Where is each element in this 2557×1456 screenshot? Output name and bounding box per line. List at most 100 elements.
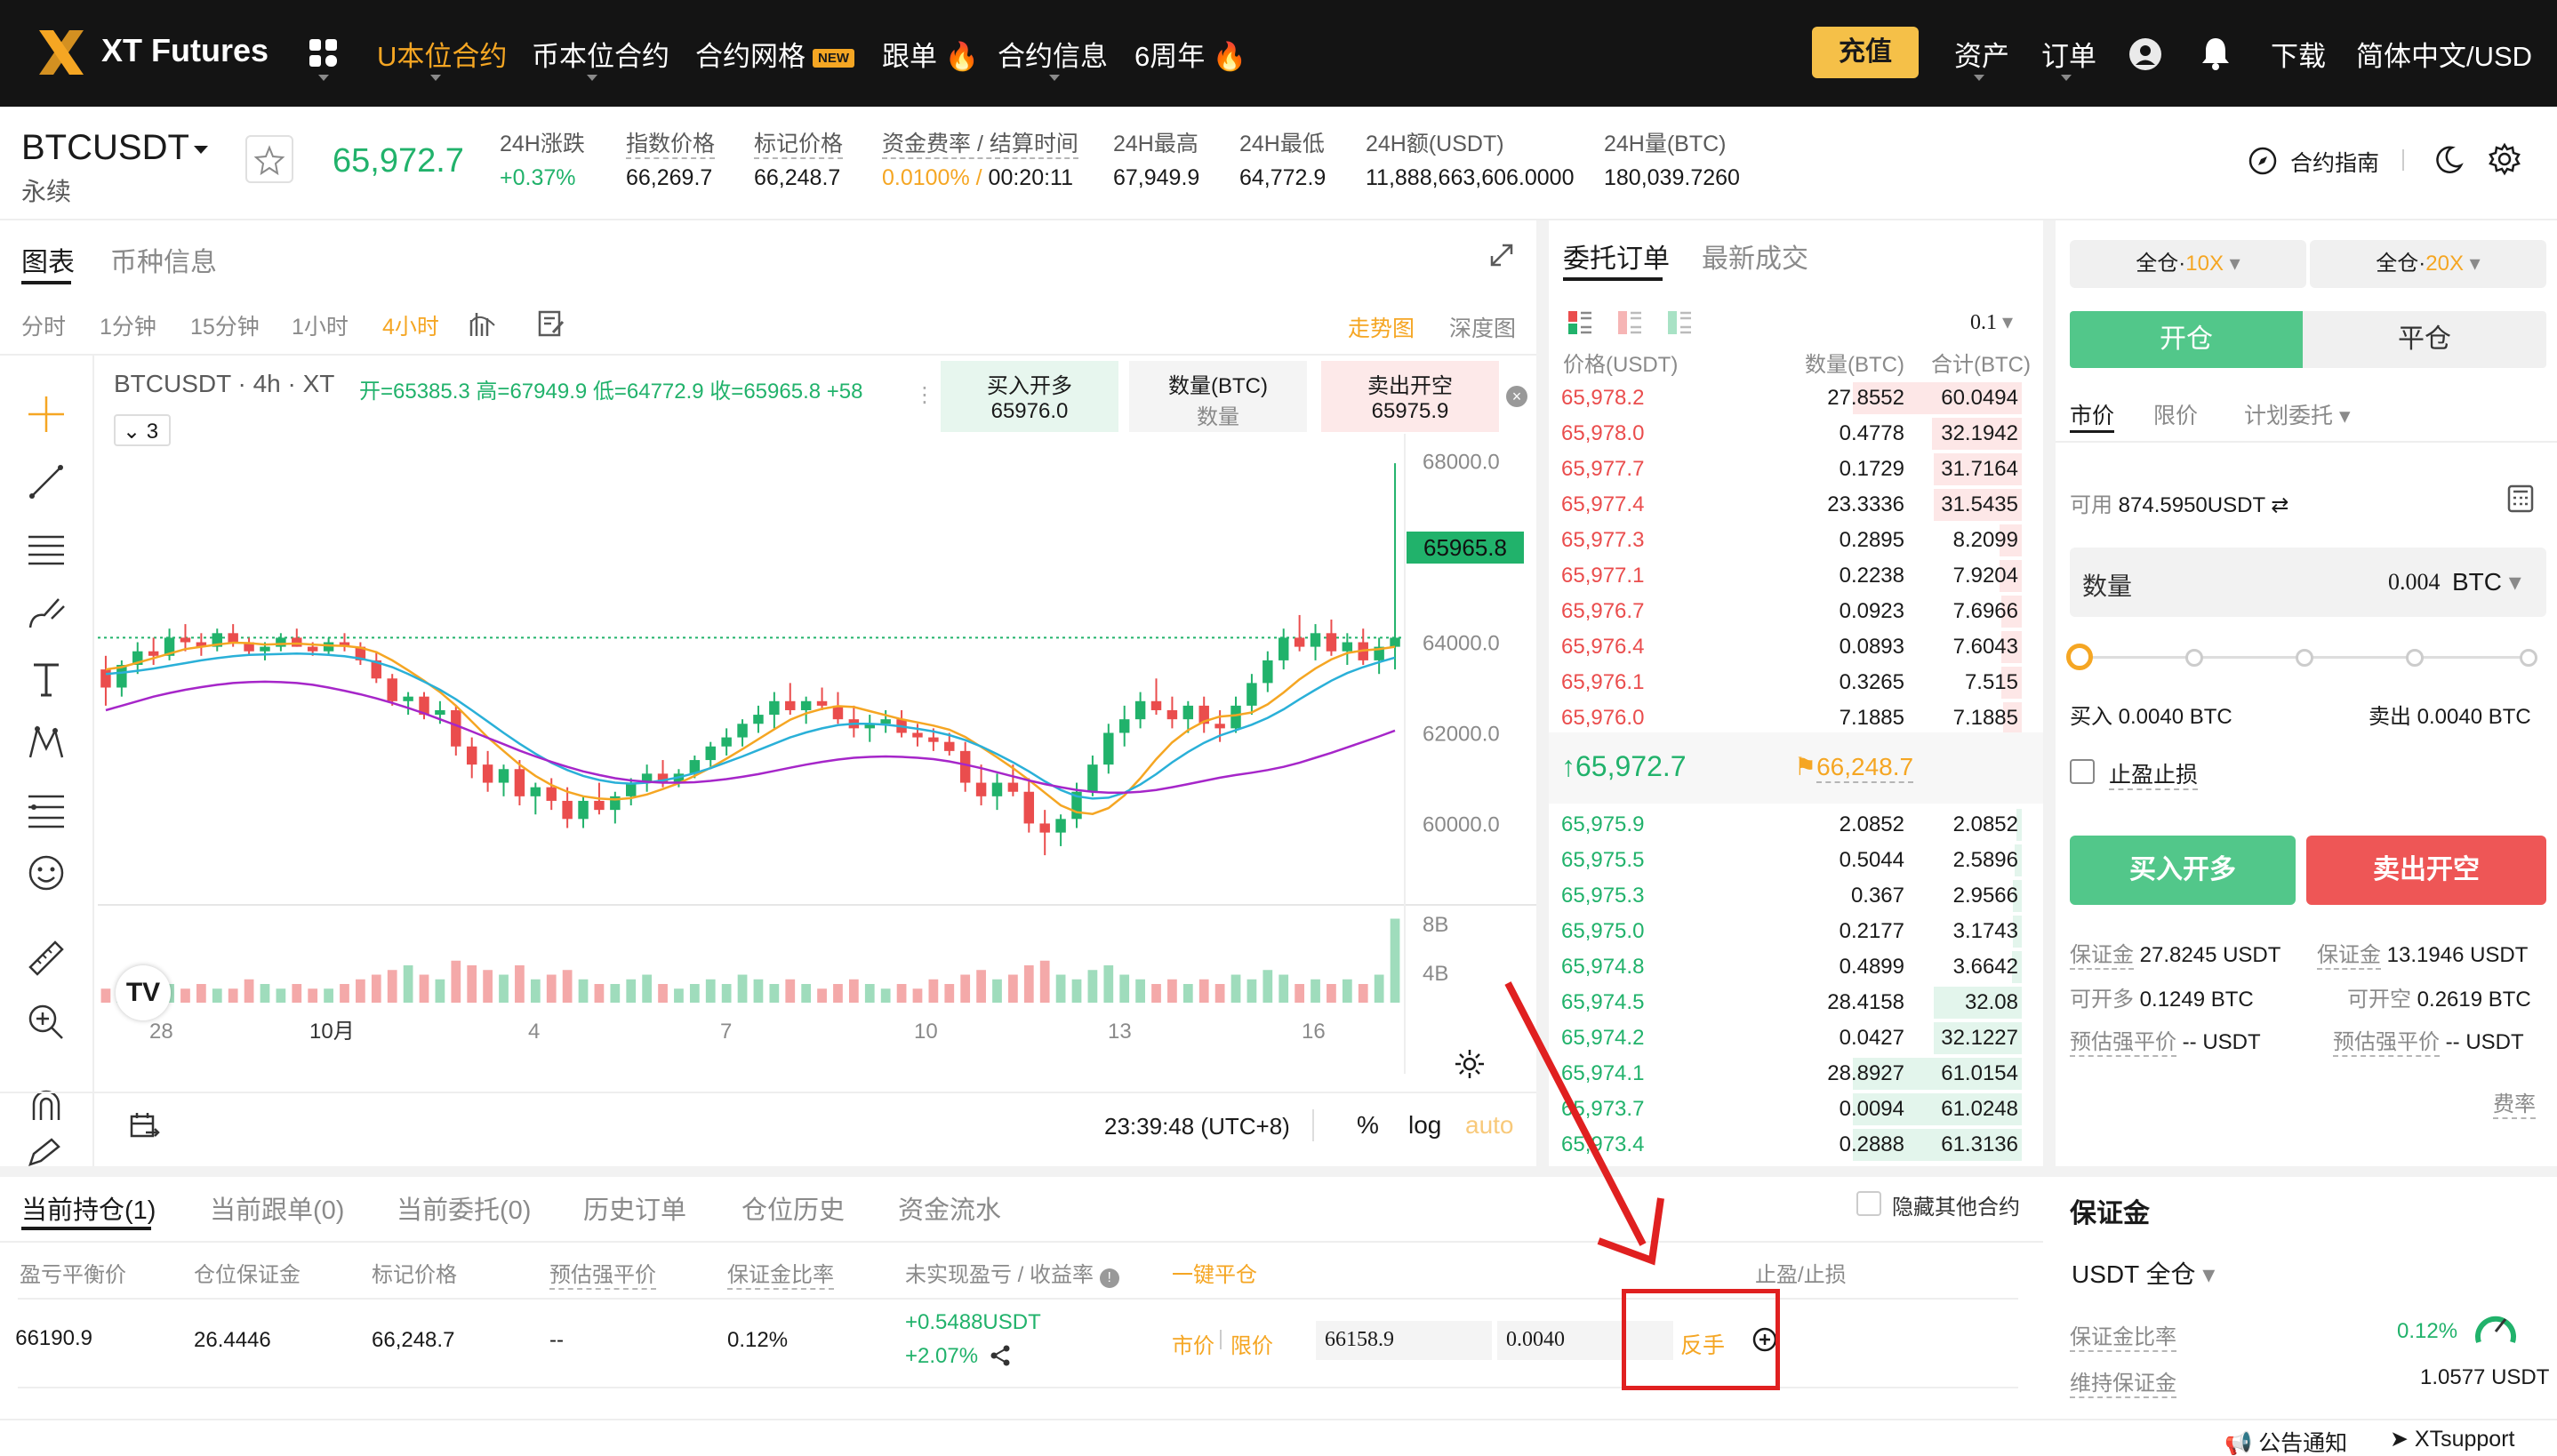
tab-recent-trades[interactable]: 最新成交 bbox=[1702, 236, 1808, 276]
sell-short-button[interactable]: 卖出开空 bbox=[2306, 836, 2546, 905]
quick-sell-button[interactable]: 卖出开空 65975.9 bbox=[1321, 361, 1499, 432]
brand-name[interactable]: XT Futures bbox=[101, 32, 269, 69]
drag-handle-icon[interactable]: ⋮⋮ bbox=[914, 364, 957, 427]
nav-futures-grid[interactable]: 合约网格 NEW bbox=[695, 34, 854, 74]
fib-icon[interactable] bbox=[25, 788, 68, 830]
tab-order-history[interactable]: 历史订单 bbox=[583, 1189, 686, 1227]
ask-row[interactable]: 65,978.2 27.8552 60.0494 bbox=[1547, 380, 2034, 416]
quantity-input[interactable]: 数量 0.004 BTC ▾ bbox=[2070, 548, 2546, 617]
xt-logo-icon[interactable] bbox=[34, 25, 89, 80]
open-position-tab[interactable]: 开仓 bbox=[2070, 311, 2303, 368]
chart-settings-icon[interactable] bbox=[1453, 1047, 1487, 1081]
leverage-button[interactable]: 全仓·20X ▾ bbox=[2310, 240, 2546, 288]
symbol-selector[interactable]: BTCUSDT bbox=[21, 128, 189, 168]
quick-qty-field[interactable]: 数量(BTC) 数量 bbox=[1129, 361, 1307, 432]
horizontal-lines-icon[interactable] bbox=[25, 526, 68, 569]
indicators-icon[interactable] bbox=[468, 309, 498, 340]
quick-buy-button[interactable]: 买入开多 65976.0 bbox=[941, 361, 1118, 432]
book-asks-icon[interactable] bbox=[1666, 309, 1693, 336]
ruler-icon[interactable] bbox=[25, 937, 68, 980]
ask-row[interactable]: 65,977.3 0.2895 8.2099 bbox=[1547, 523, 2034, 558]
hide-others-checkbox[interactable] bbox=[1856, 1191, 1881, 1216]
compass-icon[interactable] bbox=[2248, 146, 2278, 176]
ask-row[interactable]: 65,976.7 0.0923 7.6966 bbox=[1547, 594, 2034, 629]
contract-guide-link[interactable]: 合约指南 bbox=[2290, 146, 2379, 178]
nav-anniversary[interactable]: 6周年 🔥 bbox=[1134, 34, 1246, 74]
tpsl-checkbox[interactable] bbox=[2070, 759, 2095, 784]
support-link[interactable]: ➤ XTsupport bbox=[2390, 1426, 2514, 1452]
ask-row[interactable]: 65,976.4 0.0893 7.6043 bbox=[1547, 629, 2034, 665]
nav-download[interactable]: 下载 bbox=[2271, 34, 2326, 74]
slider-handle[interactable] bbox=[2066, 644, 2093, 670]
user-avatar-icon[interactable] bbox=[2128, 37, 2162, 71]
tab-copy-orders[interactable]: 当前跟单(0) bbox=[210, 1189, 344, 1227]
tab-open-orders[interactable]: 当前委托(0) bbox=[397, 1189, 531, 1227]
deposit-button[interactable]: 充值 bbox=[1812, 27, 1919, 78]
close-quick-trade-icon[interactable]: × bbox=[1506, 386, 1527, 407]
tradingview-logo-icon[interactable]: TV bbox=[116, 965, 171, 1020]
log-scale-toggle[interactable]: log bbox=[1408, 1111, 1441, 1140]
pencil-lock-icon[interactable] bbox=[25, 1138, 68, 1166]
slider-mark-50[interactable] bbox=[2296, 649, 2313, 667]
transfer-icon[interactable]: ⇄ bbox=[2271, 493, 2288, 517]
trend-line-icon[interactable] bbox=[25, 460, 68, 503]
close-limit-button[interactable]: 限价 bbox=[1230, 1328, 1273, 1359]
funding-label[interactable]: 资金费率 / 结算时间 bbox=[882, 132, 1078, 159]
order-type-plan[interactable]: 计划委托 ▾ bbox=[2244, 398, 2351, 430]
percent-scale-toggle[interactable]: % bbox=[1357, 1111, 1379, 1140]
info-icon[interactable]: ! bbox=[1099, 1268, 1119, 1288]
mark-price-flag[interactable]: ⚑66,248.7 bbox=[1794, 752, 1914, 783]
bid-row[interactable]: 65,975.0 0.2177 3.1743 bbox=[1547, 914, 2034, 949]
share-icon[interactable] bbox=[989, 1344, 1012, 1367]
interval-1m[interactable]: 1分钟 bbox=[100, 309, 156, 341]
calculator-icon[interactable] bbox=[2505, 484, 2536, 514]
tab-coin-info[interactable]: 币种信息 bbox=[110, 240, 217, 279]
slider-mark-75[interactable] bbox=[2406, 649, 2424, 667]
brush-icon[interactable] bbox=[25, 592, 68, 635]
fee-link[interactable]: 费率 bbox=[2493, 1092, 2536, 1119]
apps-grid-icon[interactable] bbox=[308, 37, 340, 69]
margin-mode-select[interactable]: USDT 全仓 ▾ bbox=[2072, 1255, 2215, 1291]
ask-row[interactable]: 65,978.0 0.4778 32.1942 bbox=[1547, 416, 2034, 452]
precision-select[interactable]: 0.1 ▾ bbox=[1970, 309, 2013, 335]
close-price-input[interactable]: 66158.9 bbox=[1316, 1321, 1492, 1360]
index-label[interactable]: 指数价格 bbox=[626, 132, 716, 159]
close-position-tab[interactable]: 平仓 bbox=[2303, 311, 2546, 368]
nav-contract-info[interactable]: 合约信息 bbox=[998, 34, 1108, 74]
slider-mark-25[interactable] bbox=[2185, 649, 2203, 667]
close-market-button[interactable]: 市价 bbox=[1172, 1328, 1214, 1359]
order-type-market[interactable]: 市价 bbox=[2070, 398, 2114, 430]
settings-gear-icon[interactable] bbox=[2488, 142, 2521, 176]
date-range-icon[interactable] bbox=[128, 1109, 160, 1141]
crosshair-icon[interactable] bbox=[25, 393, 68, 436]
bid-row[interactable]: 65,975.5 0.5044 2.5896 bbox=[1547, 843, 2034, 878]
ask-row[interactable]: 65,976.1 0.3265 7.515 bbox=[1547, 665, 2034, 700]
view-depth[interactable]: 深度图 bbox=[1449, 311, 1516, 343]
nav-coin-futures[interactable]: 币本位合约 bbox=[532, 34, 669, 74]
zoom-in-icon[interactable] bbox=[25, 1001, 68, 1044]
ask-row[interactable]: 65,976.0 7.1885 7.1885 bbox=[1547, 700, 2034, 736]
nav-u-futures[interactable]: U本位合约 bbox=[377, 34, 507, 74]
margin-mode-button[interactable]: 全仓·10X ▾ bbox=[2070, 240, 2306, 288]
ask-row[interactable]: 65,977.1 0.2238 7.9204 bbox=[1547, 558, 2034, 594]
interval-time[interactable]: 分时 bbox=[21, 309, 66, 341]
ask-row[interactable]: 65,977.7 0.1729 31.7164 bbox=[1547, 452, 2034, 487]
tab-positions[interactable]: 当前持仓(1) bbox=[21, 1189, 156, 1227]
interval-15m[interactable]: 15分钟 bbox=[190, 309, 260, 341]
text-tool-icon[interactable] bbox=[25, 658, 68, 700]
book-bids-icon[interactable] bbox=[1616, 309, 1643, 336]
bid-row[interactable]: 65,975.3 0.367 2.9566 bbox=[1547, 878, 2034, 914]
interval-4h[interactable]: 4小时 bbox=[382, 309, 439, 341]
tab-orderbook[interactable]: 委托订单 bbox=[1563, 236, 1670, 276]
slider-mark-100[interactable] bbox=[2520, 649, 2537, 667]
tab-position-history[interactable]: 仓位历史 bbox=[741, 1189, 845, 1227]
interval-1h[interactable]: 1小时 bbox=[292, 309, 349, 341]
emoji-icon[interactable] bbox=[25, 852, 68, 894]
tab-chart[interactable]: 图表 bbox=[21, 240, 75, 279]
template-edit-icon[interactable] bbox=[537, 309, 565, 338]
nav-assets[interactable]: 资产 bbox=[1954, 34, 2009, 74]
qty-unit-select[interactable]: BTC ▾ bbox=[2452, 567, 2521, 596]
locale-selector[interactable]: 简体中文/USD bbox=[2356, 34, 2532, 74]
price-chart[interactable]: 68000.0 64000.0 62000.0 60000.0 8B 4B 28 10月 4 7 1… bbox=[98, 434, 1536, 1074]
bell-icon[interactable] bbox=[2200, 36, 2232, 71]
